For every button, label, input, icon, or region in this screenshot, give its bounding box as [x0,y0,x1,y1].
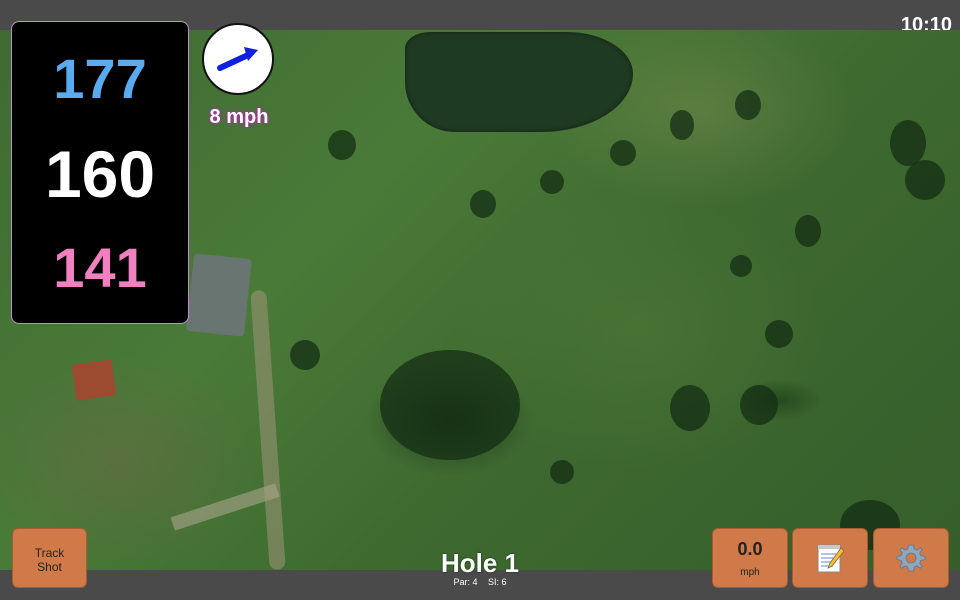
cart-path [250,289,286,570]
speed-unit: mph [740,567,760,578]
hole-info: Par: 4 SI: 6 [380,577,580,587]
track-shot-label-line1: Track [34,546,65,560]
notes-button[interactable] [792,528,868,588]
tree [550,460,574,484]
red-roof-building [71,359,117,401]
tree [730,255,752,277]
tree [470,190,496,218]
tree [328,130,356,160]
tree [890,120,926,166]
wind-arrow-icon [217,47,258,71]
tree [735,90,761,120]
tree [540,170,564,194]
notepad-icon [817,544,845,573]
middle-distance: 160 [44,137,156,211]
tree [380,350,520,460]
tree [795,215,821,247]
hole-title: Hole 1 [440,548,520,578]
tree [610,140,636,166]
cart-path [170,483,280,531]
track-shot-button[interactable]: Track Shot [12,528,87,588]
wind-speed: 8 mph [209,106,269,128]
track-shot-label-line2: Shot [37,560,62,574]
hole-par: Par: 4 [453,577,478,587]
pond [405,32,633,132]
settings-button[interactable] [873,528,949,588]
tree [290,340,320,370]
tree [670,110,694,140]
back-distance: 177 [53,47,147,110]
distance-panel: 177 160 141 [11,21,189,324]
clubhouse-building [186,253,252,337]
hole-si: SI: 6 [488,577,507,587]
tree [670,385,710,431]
tree [905,160,945,200]
tree [740,385,778,425]
speed-button[interactable]: 0.0 mph [712,528,788,588]
front-distance: 141 [53,236,147,299]
gear-icon [896,544,926,572]
tree [765,320,793,348]
wind-compass [202,23,274,95]
speed-value: 0.0 [737,539,763,559]
